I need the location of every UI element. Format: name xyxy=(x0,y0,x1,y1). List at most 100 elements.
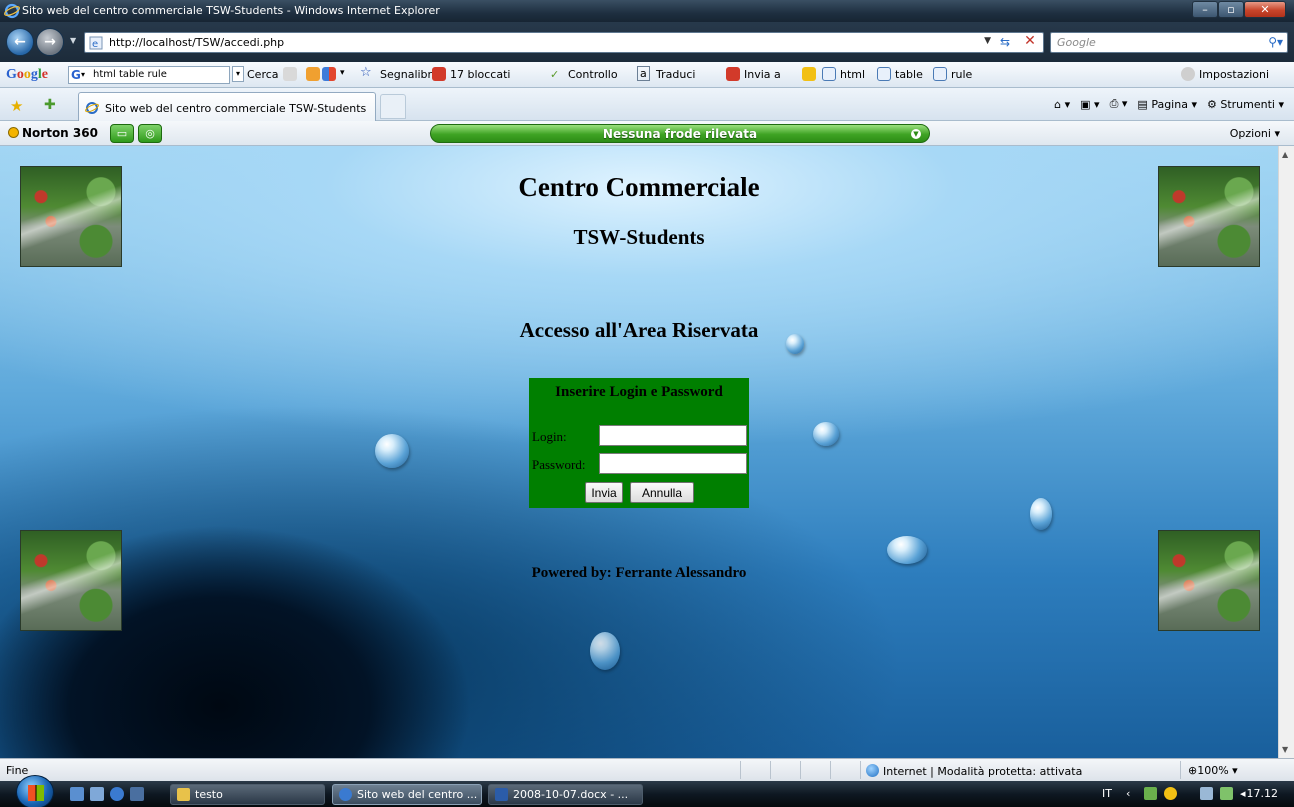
term-rule[interactable]: rule xyxy=(951,68,972,81)
traduci-button[interactable]: Traduci xyxy=(656,68,695,81)
water-drop-decoration xyxy=(590,632,620,670)
security-zone[interactable]: Internet | Modalità protetta: attivata xyxy=(866,764,1082,778)
back-button[interactable]: ← xyxy=(6,28,34,56)
new-tab-button[interactable] xyxy=(380,94,406,119)
taskbar-label: testo xyxy=(195,788,223,801)
google-search-input[interactable]: G ▾ html table rule xyxy=(68,66,230,84)
status-divider xyxy=(740,761,741,779)
ie-icon xyxy=(339,788,352,801)
url-text[interactable]: http://localhost/TSW/accedi.php xyxy=(109,36,284,49)
tab-label: Sito web del centro commerciale TSW-Stud… xyxy=(105,102,367,115)
close-button[interactable]: ✕ xyxy=(1244,1,1286,18)
refresh-icon[interactable]: ⇆ xyxy=(995,35,1015,50)
search-box[interactable]: Google ⚲▾ xyxy=(1050,32,1288,53)
minimize-button[interactable]: – xyxy=(1192,1,1218,18)
tray-device-icon[interactable] xyxy=(1220,787,1233,800)
controllo-button[interactable]: Controllo xyxy=(568,68,618,81)
add-favorites-icon[interactable]: ✚ xyxy=(44,97,56,113)
bookmark-star-icon[interactable]: ☆ xyxy=(360,65,372,80)
tray-norton-icon[interactable] xyxy=(1164,787,1177,800)
switch-windows-icon[interactable] xyxy=(90,787,104,801)
water-drop-decoration xyxy=(813,422,839,446)
term-html[interactable]: html xyxy=(840,68,865,81)
google-search-value[interactable]: html table rule xyxy=(93,69,167,80)
powered-by-footer: Powered by: Ferrante Alessandro xyxy=(531,565,747,581)
windows-logo-icon xyxy=(28,785,44,801)
apps-dropdown-icon[interactable]: ▾ xyxy=(340,68,345,78)
folder-icon xyxy=(177,788,190,801)
page-title: Centro Commerciale xyxy=(518,172,760,202)
ie-quicklaunch-icon[interactable] xyxy=(110,787,124,801)
login-input[interactable] xyxy=(599,425,747,446)
vertical-scrollbar[interactable]: ▲ ▼ xyxy=(1278,146,1294,758)
search-placeholder: Google xyxy=(1057,36,1096,49)
segnalibri-button[interactable]: Segnalibri xyxy=(380,68,435,81)
print-icon[interactable]: ⎙ ▾ xyxy=(1110,97,1128,111)
annulla-button[interactable]: Annulla xyxy=(630,482,694,503)
invia-a-button[interactable]: Invia a xyxy=(744,68,781,81)
norton-computer-icon[interactable]: ▭ xyxy=(110,124,134,143)
water-drop-decoration xyxy=(1030,498,1052,530)
favorites-star-icon[interactable]: ★ xyxy=(10,97,23,115)
taskbar-item-word[interactable]: 2008-10-07.docx - ... xyxy=(488,784,643,805)
address-bar[interactable]: e http://localhost/TSW/accedi.php ▼ ⇆ ✕ xyxy=(84,32,1044,53)
show-desktop-icon[interactable] xyxy=(70,787,84,801)
pagerank-icon[interactable] xyxy=(283,67,297,81)
taskbar-item-browser[interactable]: Sito web del centro ... xyxy=(332,784,482,805)
section-heading: Accesso all'Area Riservata xyxy=(519,318,759,342)
opzioni-label: Opzioni xyxy=(1229,127,1271,140)
invia-button[interactable]: Invia xyxy=(585,482,623,503)
strumenti-menu[interactable]: ⚙ Strumenti ▾ xyxy=(1207,98,1284,111)
status-divider xyxy=(830,761,831,779)
taskbar-item-testo[interactable]: testo xyxy=(170,784,325,805)
norton-options-menu[interactable]: Opzioni ▾ xyxy=(1230,127,1280,140)
command-bar: ⌂ ▾ ▣ ▾ ⎙ ▾ ▤ Pagina ▾ ⚙ Strumenti ▾ xyxy=(1054,97,1284,111)
address-dropdown-icon[interactable]: ▼ xyxy=(984,36,991,46)
google-search-dropdown-icon[interactable]: ▾ xyxy=(232,66,244,82)
term-table[interactable]: table xyxy=(895,68,923,81)
show-hidden-icons[interactable]: ‹ xyxy=(1126,787,1139,800)
feeds-icon[interactable]: ▣ ▾ xyxy=(1080,98,1099,111)
language-indicator[interactable]: IT xyxy=(1102,787,1112,800)
scroll-up-icon[interactable]: ▲ xyxy=(1282,150,1288,159)
window-controls: – ▫ ✕ xyxy=(1192,1,1286,19)
impostazioni-button[interactable]: Impostazioni xyxy=(1199,68,1269,81)
svg-text:e: e xyxy=(92,39,98,50)
tab-active[interactable]: Sito web del centro commerciale TSW-Stud… xyxy=(78,92,376,121)
tray-network-icon[interactable] xyxy=(1200,787,1213,800)
settings-icon xyxy=(1181,67,1195,81)
scroll-down-icon[interactable]: ▼ xyxy=(1282,745,1288,754)
fraud-status-bar[interactable]: Nessuna frode rilevata ▼ xyxy=(430,124,930,143)
highlighter-icon[interactable] xyxy=(802,67,816,81)
strumenti-label: Strumenti xyxy=(1220,97,1275,111)
media-quicklaunch-icon[interactable] xyxy=(130,787,144,801)
pagina-menu[interactable]: ▤ Pagina ▾ xyxy=(1137,98,1197,111)
clock[interactable]: 17.12 xyxy=(1247,787,1279,800)
start-button[interactable] xyxy=(16,775,54,807)
bloccati-counter[interactable]: 17 bloccati xyxy=(450,68,510,81)
password-input[interactable] xyxy=(599,453,747,474)
news-icon[interactable] xyxy=(306,67,320,81)
recent-pages-dropdown-icon[interactable]: ▼ xyxy=(70,36,76,45)
home-icon[interactable]: ⌂ ▾ xyxy=(1054,98,1070,111)
google-apps-icon[interactable] xyxy=(322,67,336,81)
search-icon[interactable]: ⚲▾ xyxy=(1268,35,1283,49)
term-search-icon-3 xyxy=(933,67,947,81)
maximize-button[interactable]: ▫ xyxy=(1218,1,1244,18)
gear-icon: ⚙ xyxy=(1206,97,1221,111)
tray-user-icon[interactable] xyxy=(1144,787,1157,800)
taskbar-label: 2008-10-07.docx - ... xyxy=(513,788,629,801)
status-divider xyxy=(860,761,861,779)
taskbar-label: Sito web del centro ... xyxy=(357,788,478,801)
login-label: Login: xyxy=(532,429,567,444)
forward-button[interactable]: → xyxy=(36,28,64,56)
zoom-control[interactable]: ⊕100% ▾ xyxy=(1188,764,1238,777)
norton-web-icon[interactable]: ◎ xyxy=(138,124,162,143)
stop-icon[interactable]: ✕ xyxy=(1021,34,1039,50)
cerca-button[interactable]: Cerca xyxy=(247,68,279,81)
term-search-icon-2 xyxy=(877,67,891,81)
fraud-dropdown-icon[interactable]: ▼ xyxy=(911,129,921,139)
system-tray: IT ‹ ◂ 17.12 xyxy=(1094,781,1294,807)
windows-taskbar: testo Sito web del centro ... 2008-10-07… xyxy=(0,775,1294,807)
translate-icon: a xyxy=(637,66,650,81)
